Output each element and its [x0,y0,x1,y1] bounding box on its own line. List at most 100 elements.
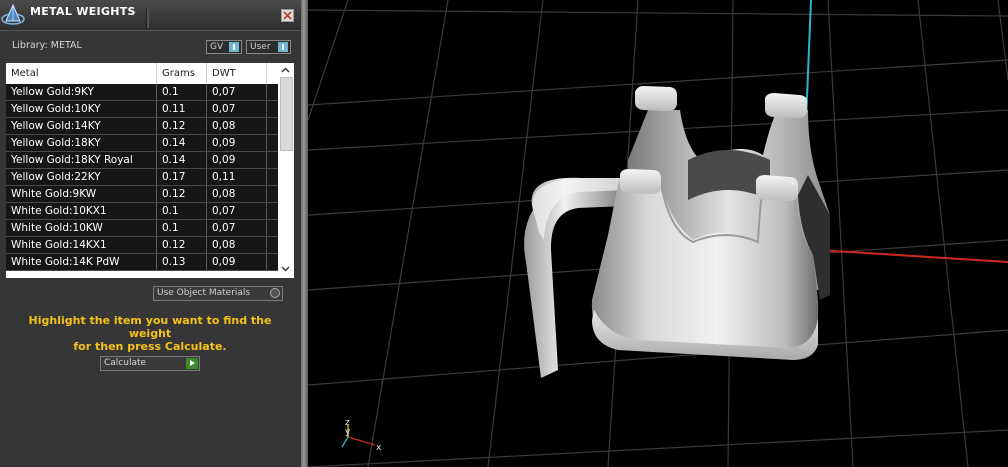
library-label: Library: METAL [12,40,82,51]
dwt-cell: 0,09 [206,152,266,168]
extra-cell [266,237,278,253]
toggle-on-icon [229,42,239,52]
dwt-cell: 0,07 [206,203,266,219]
grams-cell: 0.13 [156,254,206,270]
table-row[interactable]: White Gold:10KW 0.1 0,07 [6,220,278,237]
play-arrow-icon [186,358,198,369]
dwt-cell: 0,09 [206,135,266,151]
instructions-line: Highlight the item you want to find the … [28,314,272,340]
table-row[interactable]: Yellow Gold:18KY 0.14 0,09 [6,135,278,152]
grams-cell: 0.12 [156,237,206,253]
extra-cell [266,101,278,117]
metal-cell: White Gold:14K PdW [11,256,120,268]
dwt-cell: 0,09 [206,254,266,270]
toggle-on-icon [278,42,288,52]
extra-cell [266,186,278,202]
gv-toggle-label: GV [210,42,224,52]
extra-cell [266,118,278,134]
table-row[interactable]: Yellow Gold:22KY 0.17 0,11 [6,169,278,186]
grams-cell: 0.14 [156,135,206,151]
table-scrollbar[interactable] [278,63,294,278]
prong-cap [635,86,677,111]
column-header-dwt[interactable]: DWT [206,63,266,84]
dwt-cell: 0,11 [206,169,266,185]
grams-cell: 0.12 [156,186,206,202]
column-header-extra [266,63,278,84]
metal-cell: Yellow Gold:22KY [11,171,101,183]
table-header: Metal Grams DWT [6,63,278,84]
metal-cell: Yellow Gold:18KY [11,137,101,149]
dwt-cell: 0,08 [206,186,266,202]
prong-cap [620,169,661,194]
table-row[interactable]: Yellow Gold:10KY 0.11 0,07 [6,101,278,118]
grams-cell: 0.12 [156,118,206,134]
table-row[interactable]: White Gold:14K PdW 0.13 0,09 [6,254,278,271]
title-divider [146,8,149,28]
column-header-metal[interactable]: Metal [6,63,156,84]
gizmo-x-label: x [376,443,382,453]
scrollbar-thumb[interactable] [280,77,293,151]
prong-cap [756,175,798,201]
table-row[interactable]: Yellow Gold:18KY Royal 0.14 0,09 [6,152,278,169]
calculate-label: Calculate [104,358,147,368]
panel-splitter[interactable] [301,0,308,467]
use-object-materials-toggle[interactable]: Use Object Materials [153,286,283,301]
x-axis-line [817,249,1008,263]
table-body: Yellow Gold:9KY 0.1 0,07 Yellow Gold:10KY 0.… [6,84,278,271]
panel-titlebar[interactable]: METAL WEIGHTS [0,0,301,31]
extra-cell [266,203,278,219]
close-button[interactable] [281,9,294,22]
table-row[interactable]: Yellow Gold:9KY 0.1 0,07 [6,84,278,101]
dwt-cell: 0,07 [206,84,266,100]
extra-cell [266,220,278,236]
dwt-cell: 0,07 [206,220,266,236]
extra-cell [266,254,278,270]
close-icon [283,11,292,20]
metal-cell: Yellow Gold:14KY [11,120,101,132]
extra-cell [266,152,278,168]
instructions-line: for then press Calculate. [73,340,227,353]
user-toggle[interactable]: User [246,40,291,54]
panel-title: METAL WEIGHTS [30,5,136,18]
instructions-text: Highlight the item you want to find the … [10,314,290,353]
extra-cell [266,135,278,151]
grams-cell: 0.17 [156,169,206,185]
metal-cell: White Gold:14KX1 [11,239,107,251]
grams-cell: 0.14 [156,152,206,168]
prong-cap [765,93,808,118]
app-logo-icon [1,3,25,25]
table-row[interactable]: Yellow Gold:14KY 0.12 0,08 [6,118,278,135]
calculate-button[interactable]: Calculate [100,356,200,371]
metal-cell: White Gold:10KW [11,222,103,234]
metal-weights-panel: METAL WEIGHTS Library: METAL GV User Met… [0,0,301,467]
dwt-cell: 0,08 [206,237,266,253]
column-header-grams[interactable]: Grams [156,63,206,84]
user-toggle-label: User [250,42,271,52]
chevron-up-icon[interactable] [281,67,290,73]
metal-cell: White Gold:10KX1 [11,205,107,217]
metal-table: Metal Grams DWT Yellow Gold:9KY 0.1 0,07 Ye… [6,63,294,278]
chevron-down-icon[interactable] [281,266,290,272]
metal-cell: Yellow Gold:18KY Royal [11,154,133,166]
table-row[interactable]: White Gold:10KX1 0.1 0,07 [6,203,278,220]
grams-cell: 0.11 [156,101,206,117]
metal-cell: Yellow Gold:9KY [11,86,94,98]
3d-viewport[interactable]: z y x [308,0,1008,467]
dwt-cell: 0,08 [206,118,266,134]
grams-cell: 0.1 [156,220,206,236]
radio-icon [270,288,280,298]
gv-toggle[interactable]: GV [206,40,242,54]
3d-model[interactable] [524,86,830,378]
table-row[interactable]: White Gold:14KX1 0.12 0,08 [6,237,278,254]
grams-cell: 0.1 [156,84,206,100]
extra-cell [266,169,278,185]
metal-cell: White Gold:9KW [11,188,97,200]
table-row[interactable]: White Gold:9KW 0.12 0,08 [6,186,278,203]
grams-cell: 0.1 [156,203,206,219]
gizmo-y-label: y [345,427,351,437]
use-object-materials-label: Use Object Materials [157,288,251,298]
extra-cell [266,84,278,100]
dwt-cell: 0,07 [206,101,266,117]
viewport-scene: z y x [308,0,1008,467]
metal-cell: Yellow Gold:10KY [11,103,101,115]
